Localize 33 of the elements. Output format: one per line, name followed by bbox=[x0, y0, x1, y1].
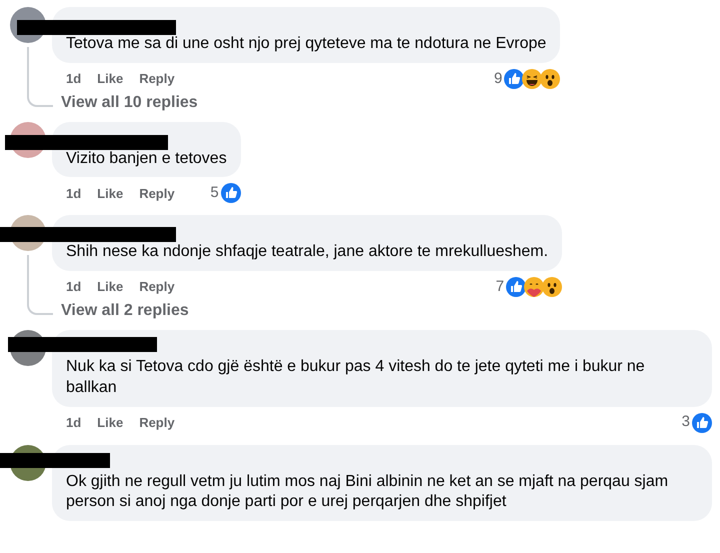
comment-time: 1d bbox=[66, 414, 82, 432]
comment-text: Tetova me sa di une osht njo prej qyteteve ma te ndotura ne Evrope bbox=[66, 35, 546, 52]
thread-connector-line bbox=[27, 47, 53, 107]
like-reaction-icon bbox=[504, 68, 524, 89]
comment-text: Nuk ka si Tetova cdo gjë është e bukur pas 4 vitesh do te jete qyteti me i bukur ne ballkan bbox=[66, 358, 645, 396]
comment-time: 1d bbox=[66, 278, 82, 296]
reply-link[interactable]: Reply bbox=[139, 69, 175, 89]
reaction-count[interactable]: 9 bbox=[494, 68, 502, 90]
like-reaction-icon bbox=[506, 277, 526, 298]
reaction-count[interactable]: 5 bbox=[210, 182, 219, 205]
comment-text: Shih nese ka ndonje shfaqje teatrale, jane aktore te mrekullueshem. bbox=[66, 243, 548, 260]
comment-text: Ok gjith ne regull vetm ju lutim mos naj Bini albinin ne ket an se mjaft na perqau sjam person si anoj nga donje parti por e urej perqarjen dhe shpifjet bbox=[66, 472, 668, 510]
view-replies-link[interactable]: View all 10 replies bbox=[61, 92, 198, 114]
like-reaction-icon bbox=[692, 412, 712, 433]
laughing-emoji-icon bbox=[522, 68, 542, 89]
like-link[interactable]: Like bbox=[97, 277, 124, 297]
like-link[interactable]: Like bbox=[97, 184, 124, 204]
reply-link[interactable]: Reply bbox=[139, 277, 175, 297]
surprised-emoji-icon bbox=[542, 277, 562, 298]
thread-connector-line bbox=[27, 255, 53, 316]
like-reaction-icon bbox=[220, 183, 241, 204]
hugging-emoji-icon bbox=[524, 277, 544, 298]
reply-link[interactable]: Reply bbox=[139, 184, 175, 204]
reply-link[interactable]: Reply bbox=[139, 412, 175, 432]
surprised-emoji-icon bbox=[540, 68, 560, 89]
like-link[interactable]: Like bbox=[97, 412, 124, 432]
like-link[interactable]: Like bbox=[97, 69, 124, 89]
comment-text: Vizito banjen e tetoves bbox=[66, 150, 227, 167]
reaction-count[interactable]: 7 bbox=[496, 276, 504, 298]
view-replies-link[interactable]: View all 2 replies bbox=[61, 301, 189, 322]
comment-time: 1d bbox=[66, 184, 82, 203]
comment-time: 1d bbox=[66, 70, 82, 88]
reaction-count[interactable]: 3 bbox=[682, 411, 690, 434]
